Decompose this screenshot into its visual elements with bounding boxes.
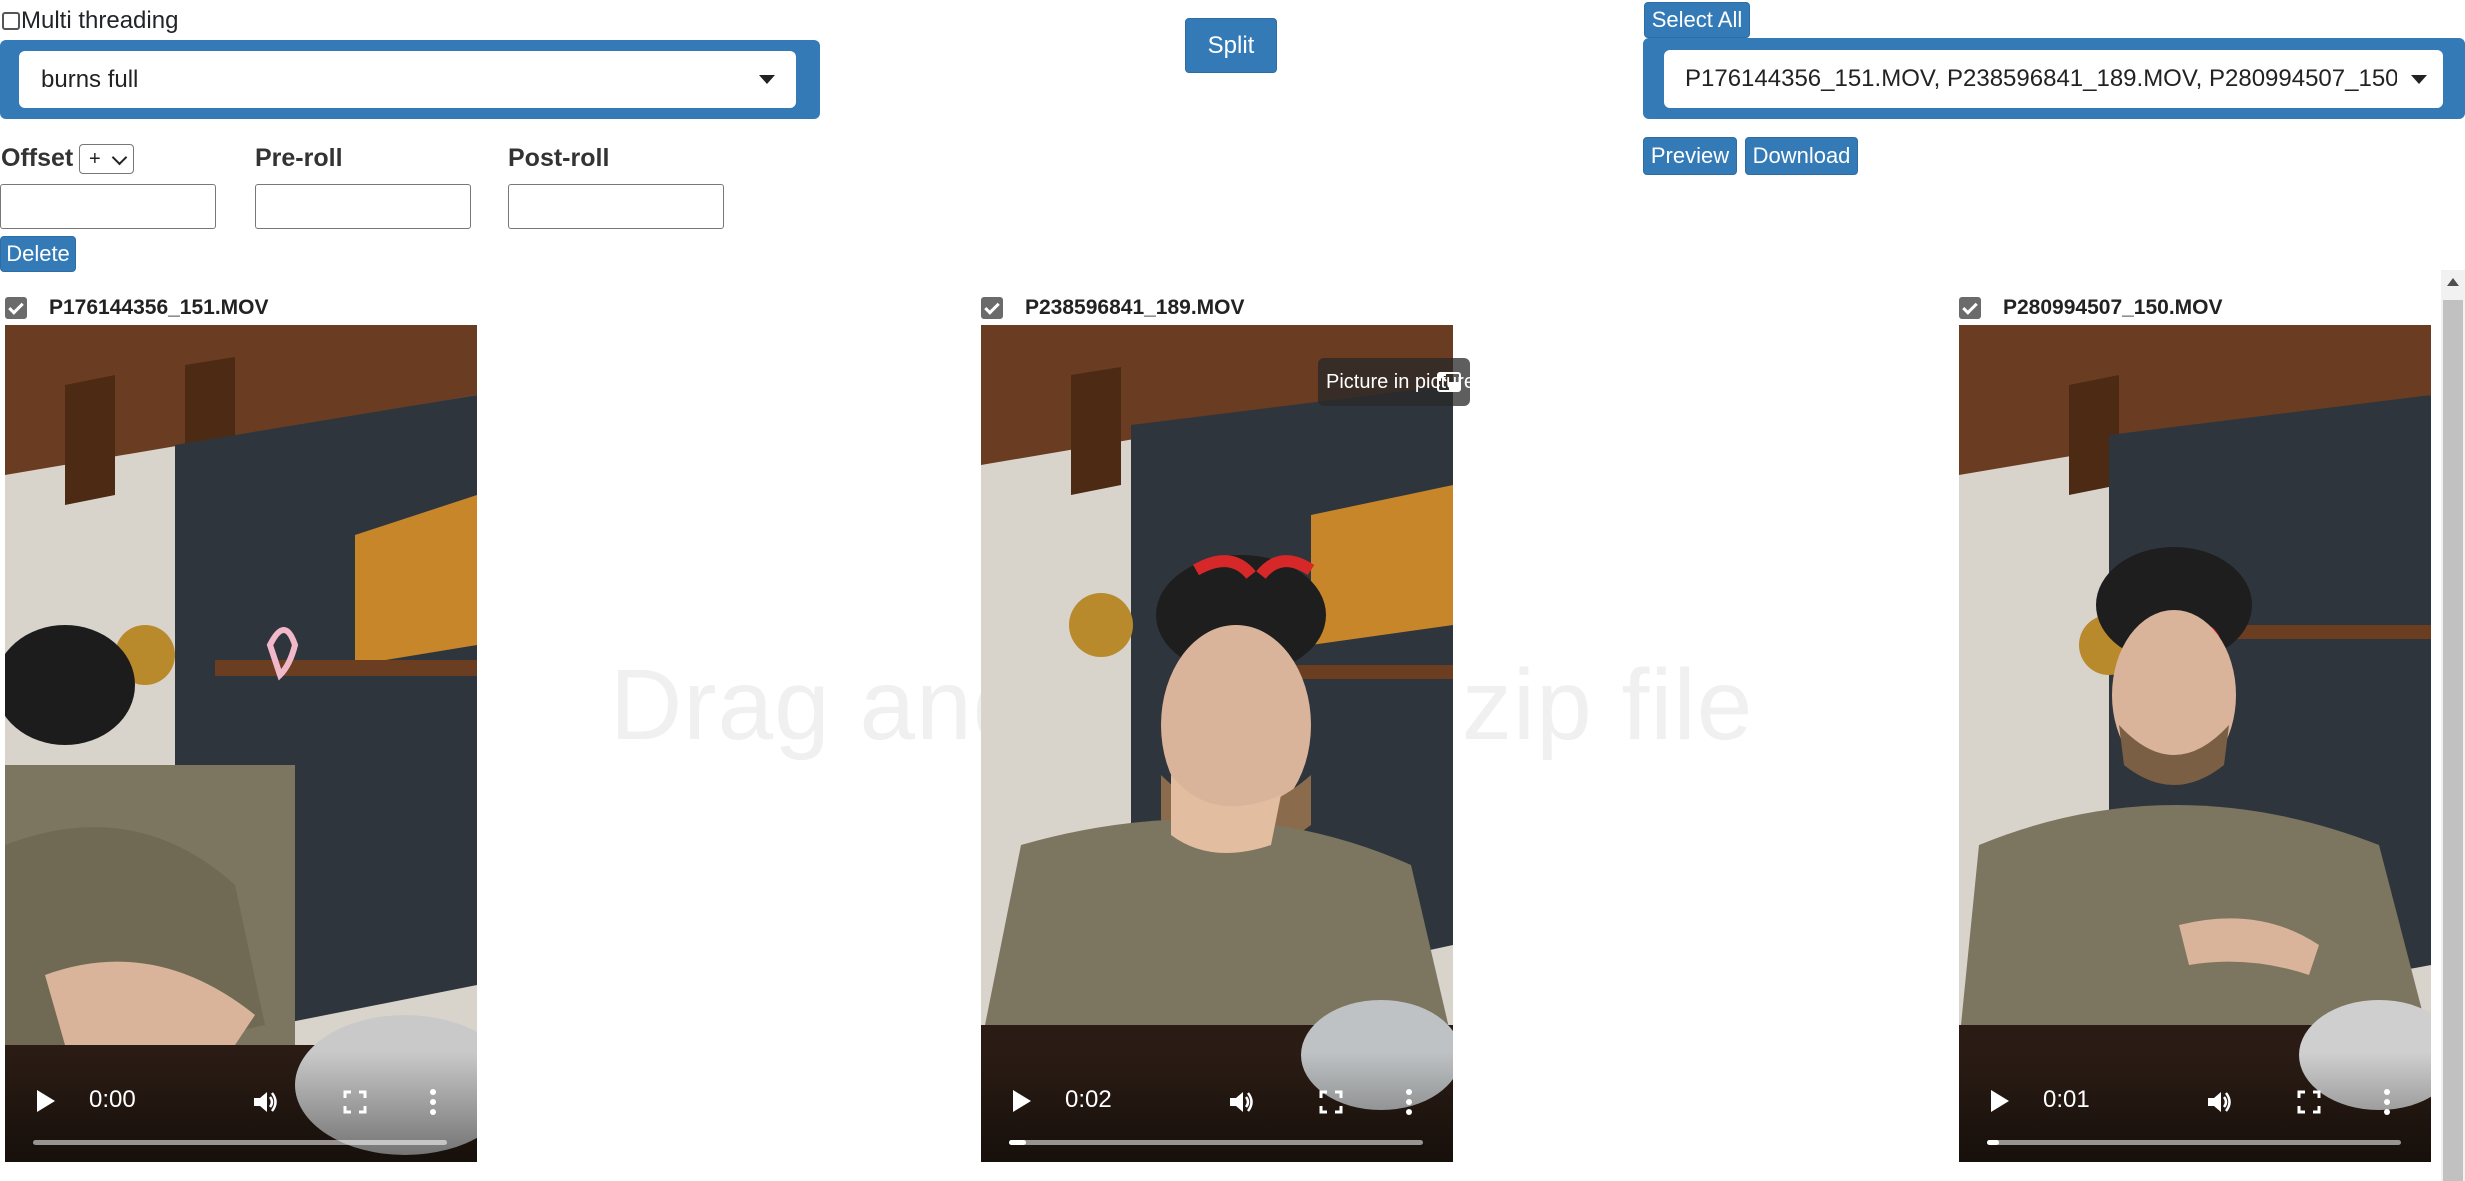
video-filename: P238596841_189.MOV bbox=[1025, 296, 1245, 319]
video-card-header: P176144356_151.MOV bbox=[0, 288, 269, 328]
preroll-input[interactable] bbox=[255, 184, 471, 229]
preview-button[interactable]: Preview bbox=[1643, 137, 1737, 175]
video-frame bbox=[981, 325, 1453, 1162]
video-card-header: P280994507_150.MOV bbox=[1954, 288, 2223, 328]
offset-label: Offset bbox=[1, 144, 74, 172]
play-icon[interactable] bbox=[1013, 1090, 1031, 1112]
video-player[interactable]: 0:00 bbox=[5, 325, 477, 1162]
chevron-down-icon bbox=[2411, 75, 2427, 84]
fullscreen-icon[interactable] bbox=[343, 1090, 367, 1114]
more-options-icon[interactable] bbox=[430, 1088, 436, 1116]
video-progress-fill bbox=[1987, 1140, 2000, 1145]
project-select[interactable]: burns full bbox=[19, 51, 796, 108]
video-progress-bar[interactable] bbox=[33, 1140, 447, 1145]
chevron-down-icon bbox=[759, 75, 775, 84]
video-controls: 0:02 bbox=[981, 1052, 1453, 1162]
video-filename: P280994507_150.MOV bbox=[2003, 296, 2223, 319]
video-progress-bar[interactable] bbox=[1987, 1140, 2401, 1145]
page-scrollbar[interactable] bbox=[2441, 270, 2465, 1181]
play-icon[interactable] bbox=[1991, 1090, 2009, 1112]
offset-input[interactable] bbox=[0, 184, 216, 229]
video-controls: 0:01 bbox=[1959, 1052, 2431, 1162]
play-icon[interactable] bbox=[37, 1090, 55, 1112]
video-time: 0:00 bbox=[89, 1086, 136, 1113]
project-select-value: burns full bbox=[41, 65, 139, 93]
postroll-input[interactable] bbox=[508, 184, 724, 229]
fullscreen-icon[interactable] bbox=[2297, 1090, 2321, 1114]
video-player[interactable]: 0:01 bbox=[1959, 325, 2431, 1162]
volume-icon[interactable] bbox=[251, 1088, 279, 1116]
volume-icon[interactable] bbox=[1227, 1088, 1255, 1116]
split-button[interactable]: Split bbox=[1185, 18, 1277, 73]
video-card: P280994507_150.MOV 0:01 bbox=[1954, 288, 2434, 1163]
video-filename: P176144356_151.MOV bbox=[49, 296, 269, 319]
volume-icon[interactable] bbox=[2205, 1088, 2233, 1116]
picture-in-picture-tooltip[interactable]: Picture in picture bbox=[1318, 358, 1475, 406]
multi-threading-label: Multi threading bbox=[21, 7, 179, 34]
download-button[interactable]: Download bbox=[1745, 137, 1858, 175]
video-select-checkbox[interactable] bbox=[1959, 297, 1981, 319]
video-progress-bar[interactable] bbox=[1009, 1140, 1423, 1145]
video-select-checkbox[interactable] bbox=[981, 297, 1003, 319]
project-select-wrapper: burns full bbox=[0, 40, 820, 119]
delete-button[interactable]: Delete bbox=[0, 236, 76, 272]
chevron-down-icon bbox=[111, 149, 128, 166]
postroll-label: Post-roll bbox=[508, 144, 610, 172]
video-card: P176144356_151.MOV 0:00 bbox=[0, 288, 480, 1163]
scrollbar-thumb[interactable] bbox=[2443, 300, 2463, 1181]
video-player[interactable]: 0:02 bbox=[981, 325, 1453, 1162]
video-time: 0:01 bbox=[2043, 1086, 2090, 1113]
scroll-up-icon[interactable] bbox=[2447, 278, 2459, 286]
video-frame bbox=[1959, 325, 2431, 1162]
picture-in-picture-icon bbox=[1437, 372, 1461, 392]
offset-sign-value: + bbox=[89, 147, 101, 170]
video-controls: 0:00 bbox=[5, 1052, 477, 1162]
video-card: P238596841_189.MOV 0:02 bbox=[976, 288, 1456, 1163]
multi-threading-checkbox[interactable] bbox=[2, 12, 20, 30]
files-select-value: P176144356_151.MOV, P238596841_189.MOV, … bbox=[1685, 65, 2397, 92]
files-select-wrapper: P176144356_151.MOV, P238596841_189.MOV, … bbox=[1643, 38, 2465, 119]
video-frame bbox=[5, 325, 477, 1162]
files-select[interactable]: P176144356_151.MOV, P238596841_189.MOV, … bbox=[1664, 50, 2443, 108]
preroll-label: Pre-roll bbox=[255, 144, 343, 172]
more-options-icon[interactable] bbox=[2384, 1088, 2390, 1116]
more-options-icon[interactable] bbox=[1406, 1088, 1412, 1116]
video-time: 0:02 bbox=[1065, 1086, 1112, 1113]
video-card-header: P238596841_189.MOV bbox=[976, 288, 1245, 328]
video-select-checkbox[interactable] bbox=[5, 297, 27, 319]
multi-threading-row: Multi threading bbox=[0, 2, 178, 40]
select-all-button[interactable]: Select All bbox=[1644, 2, 1750, 38]
offset-sign-select[interactable]: + bbox=[79, 144, 134, 174]
video-progress-fill bbox=[1009, 1140, 1026, 1145]
fullscreen-icon[interactable] bbox=[1319, 1090, 1343, 1114]
